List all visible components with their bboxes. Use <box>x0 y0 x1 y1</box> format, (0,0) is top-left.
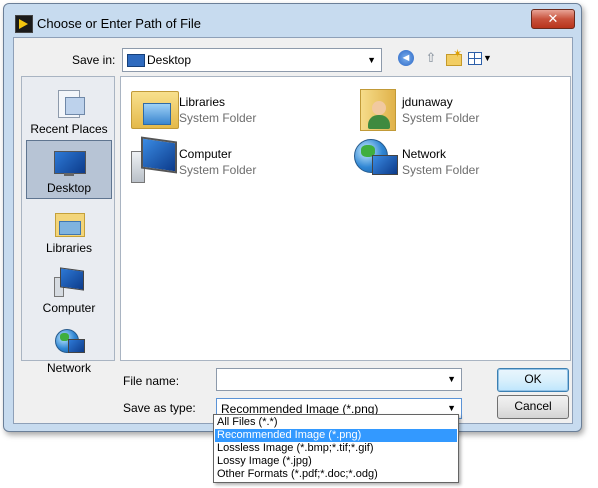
file-type: System Folder <box>402 111 480 125</box>
dialog-client-area: Save in: Desktop ▼ ◄ ⇧ ✶ ▼ Recent Places… <box>13 37 573 424</box>
new-folder-icon[interactable]: ✶ <box>444 49 462 67</box>
file-name: jdunaway <box>402 95 453 109</box>
user-folder-icon <box>352 85 400 131</box>
type-option[interactable]: All Files (*.*) <box>215 416 457 429</box>
save-in-value: Desktop <box>147 53 192 67</box>
file-item-network[interactable]: Network System Folder <box>344 133 544 181</box>
place-computer[interactable]: Computer <box>26 260 112 319</box>
back-arrow-icon[interactable]: ◄ <box>398 50 414 66</box>
place-network[interactable]: Network <box>26 320 112 379</box>
libraries-icon <box>53 207 85 237</box>
views-menu-icon[interactable]: ▼ <box>466 49 492 67</box>
file-type: System Folder <box>402 163 480 177</box>
place-recent-places[interactable]: Recent Places <box>26 81 112 140</box>
network-icon <box>53 327 85 357</box>
file-name-label: File name: <box>123 374 180 388</box>
places-bar: Recent Places Desktop Libraries Computer… <box>21 76 115 375</box>
network-icon <box>352 137 400 181</box>
window-title: Choose or Enter Path of File <box>37 16 202 31</box>
save-as-type-label: Save as type: <box>123 401 196 415</box>
file-dialog-window: Choose or Enter Path of File ✕ Save in: … <box>3 3 582 432</box>
type-option[interactable]: Lossless Image (*.bmp;*.tif;*.gif) <box>215 442 457 455</box>
desktop-icon <box>53 147 86 177</box>
place-label: Desktop <box>46 181 92 195</box>
file-item-libraries[interactable]: Libraries System Folder <box>121 81 321 129</box>
chevron-down-icon: ▼ <box>447 403 456 413</box>
save-as-type-options-list: All Files (*.*) Recommended Image (*.png… <box>213 414 459 483</box>
up-folder-icon[interactable]: ⇧ <box>422 49 440 67</box>
file-name: Network <box>402 147 447 161</box>
type-option[interactable]: Lossy Image (*.jpg) <box>215 455 457 468</box>
place-label: Recent Places <box>30 122 108 136</box>
save-in-label: Save in: <box>72 53 116 67</box>
file-name: Libraries <box>179 95 226 109</box>
file-list[interactable]: Libraries System Folder jdunaway System … <box>120 76 571 361</box>
place-desktop[interactable]: Desktop <box>26 140 112 199</box>
title-bar[interactable]: Choose or Enter Path of File ✕ <box>4 4 581 38</box>
chevron-down-icon[interactable]: ▼ <box>447 374 456 384</box>
file-item-jdunaway[interactable]: jdunaway System Folder <box>344 81 544 131</box>
type-option[interactable]: Other Formats (*.pdf;*.doc;*.odg) <box>215 468 457 481</box>
place-label: Computer <box>42 301 96 315</box>
save-in-dropdown[interactable]: Desktop ▼ <box>122 48 382 72</box>
computer-icon <box>129 136 177 183</box>
libraries-folder-icon <box>129 85 179 129</box>
file-type: System Folder <box>179 163 257 177</box>
cancel-button[interactable]: Cancel <box>497 395 569 419</box>
ok-button[interactable]: OK <box>497 368 569 392</box>
file-type: System Folder <box>179 111 257 125</box>
place-libraries[interactable]: Libraries <box>26 200 112 259</box>
labview-app-icon <box>15 15 33 33</box>
recent-places-icon <box>53 88 85 118</box>
desktop-icon <box>127 54 145 67</box>
type-option-selected[interactable]: Recommended Image (*.png) <box>215 429 457 442</box>
file-name-field[interactable]: ▼ <box>216 368 462 391</box>
computer-icon <box>53 267 85 297</box>
place-label: Libraries <box>45 241 93 255</box>
chevron-down-icon: ▼ <box>367 55 376 65</box>
place-label: Network <box>46 361 91 375</box>
close-button[interactable]: ✕ <box>531 9 575 29</box>
file-name: Computer <box>179 147 232 161</box>
file-item-computer[interactable]: Computer System Folder <box>121 133 321 183</box>
